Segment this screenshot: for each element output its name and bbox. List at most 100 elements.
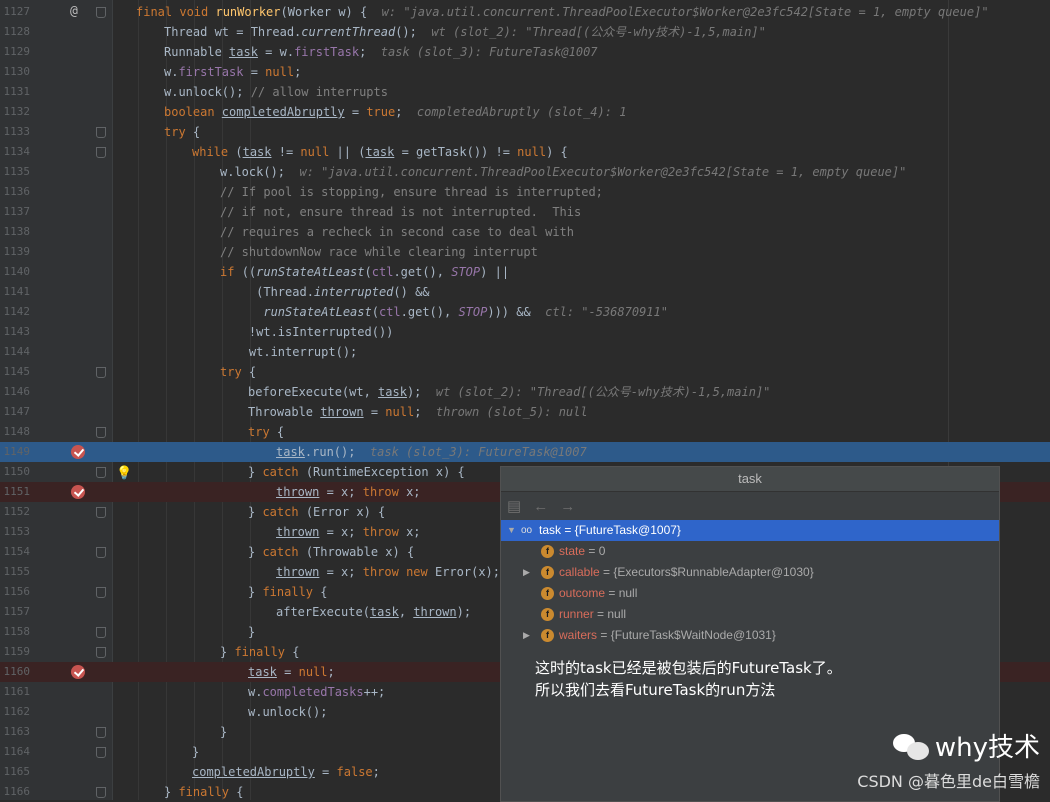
- breakpoint-icon[interactable]: [71, 485, 85, 499]
- line-number: 1162: [3, 705, 31, 718]
- tree-field-state[interactable]: f state = 0: [501, 541, 999, 562]
- code-line[interactable]: 1133 try {: [0, 122, 1050, 142]
- fold-marker-icon[interactable]: [96, 467, 106, 478]
- line-number: 1131: [3, 85, 31, 98]
- code-text: Thread wt = Thread.currentThread(); wt (…: [164, 25, 766, 39]
- field-value: = null: [593, 607, 627, 621]
- code-text: wt.interrupt();: [220, 345, 358, 359]
- code-text: // If pool is stopping, ensure thread is…: [220, 185, 603, 199]
- watermark-credit: CSDN @暮色里de白雪檐: [857, 772, 1040, 791]
- code-line[interactable]: 1146 beforeExecute(wt, task); wt (slot_2)…: [0, 382, 1050, 402]
- line-number: 1164: [3, 745, 31, 758]
- line-number: 1128: [3, 25, 31, 38]
- watermark: why技术 CSDN @暮色里de白雪檐: [857, 727, 1040, 792]
- expand-right-icon[interactable]: ▶: [523, 625, 530, 646]
- line-number: 1165: [3, 765, 31, 778]
- code-text: thrown = x; throw x;: [276, 485, 421, 499]
- code-text: }: [192, 745, 200, 759]
- tree-field-outcome[interactable]: f outcome = null: [501, 583, 999, 604]
- code-line[interactable]: 1143 !wt.isInterrupted()): [0, 322, 1050, 342]
- line-number: 1160: [3, 665, 31, 678]
- line-number: 1129: [3, 45, 31, 58]
- code-text: } finally {: [248, 585, 328, 599]
- code-line[interactable]: 1140 if ((runStateAtLeast(ctl.get(), STOP…: [0, 262, 1050, 282]
- navigate-icon[interactable]: ▤: [507, 497, 521, 515]
- code-line[interactable]: 1132 boolean completedAbruptly = true; co…: [0, 102, 1050, 122]
- tree-field-waiters[interactable]: ▶ f waiters = {FutureTask$WaitNode@1031}: [501, 625, 999, 646]
- fold-marker-icon[interactable]: [96, 647, 106, 658]
- fold-marker-icon[interactable]: [96, 427, 106, 438]
- tree-field-runner[interactable]: f runner = null: [501, 604, 999, 625]
- watermark-brand: why技术: [934, 733, 1040, 763]
- forward-arrow-icon[interactable]: →: [560, 498, 575, 515]
- line-number: 1136: [3, 185, 31, 198]
- code-text: try {: [164, 125, 201, 139]
- breakpoint-icon[interactable]: [71, 445, 85, 459]
- fold-marker-icon[interactable]: [96, 507, 106, 518]
- fold-marker-icon[interactable]: [96, 547, 106, 558]
- fold-marker-icon[interactable]: [96, 587, 106, 598]
- annotation-note: 这时的task已经是被包装后的FutureTask了。 所以我们去看Future…: [535, 657, 842, 701]
- line-number: 1140: [3, 265, 31, 278]
- fold-marker-icon[interactable]: [96, 627, 106, 638]
- field-value: = 0: [585, 544, 606, 558]
- code-line[interactable]: 1149 task.run(); task (slot_3): FutureTas…: [0, 442, 1050, 462]
- line-number: 1148: [3, 425, 31, 438]
- code-line[interactable]: 1138 // requires a recheck in second case…: [0, 222, 1050, 242]
- expand-right-icon[interactable]: ▶: [523, 562, 530, 583]
- line-number: 1143: [3, 325, 31, 338]
- code-line[interactable]: 1128 Thread wt = Thread.currentThread(); …: [0, 22, 1050, 42]
- line-number: 1146: [3, 385, 31, 398]
- fold-marker-icon[interactable]: [96, 147, 106, 158]
- line-number: 1139: [3, 245, 31, 258]
- code-line[interactable]: 1130 w.firstTask = null;: [0, 62, 1050, 82]
- code-line[interactable]: 1141 (Thread.interrupted() &&: [0, 282, 1050, 302]
- line-number: 1137: [3, 205, 31, 218]
- field-name: outcome: [559, 586, 606, 600]
- code-text: // if not, ensure thread is not interrup…: [220, 205, 582, 219]
- code-line[interactable]: 1131 w.unlock(); // allow interrupts: [0, 82, 1050, 102]
- fold-marker-icon[interactable]: [96, 7, 106, 18]
- code-line[interactable]: 1134 while (task != null || (task = getTa…: [0, 142, 1050, 162]
- fold-marker-icon[interactable]: [96, 727, 106, 738]
- code-line[interactable]: 1137 // if not, ensure thread is not inte…: [0, 202, 1050, 222]
- breakpoint-icon[interactable]: [71, 665, 85, 679]
- fold-marker-icon[interactable]: [96, 787, 106, 798]
- code-line[interactable]: 1129 Runnable task = w.firstTask; task (s…: [0, 42, 1050, 62]
- code-text: try {: [248, 425, 285, 439]
- expand-down-icon[interactable]: ▼: [507, 520, 516, 541]
- line-number: 1163: [3, 725, 31, 738]
- line-number: 1158: [3, 625, 31, 638]
- code-line[interactable]: 1147 Throwable thrown = null; thrown (slo…: [0, 402, 1050, 422]
- code-line[interactable]: 1135 w.lock(); w: "java.util.concurrent.T…: [0, 162, 1050, 182]
- code-text: // requires a recheck in second case to …: [220, 225, 575, 239]
- intention-bulb-icon[interactable]: 💡: [116, 464, 132, 484]
- tree-field-callable[interactable]: ▶ f callable = {Executors$RunnableAdapter@…: [501, 562, 999, 583]
- tree-fields: f state = 0 ▶ f callable = {Executors$Runnab…: [501, 541, 999, 646]
- watch-glasses-icon: oo: [521, 525, 533, 536]
- code-line[interactable]: 1145 try {: [0, 362, 1050, 382]
- line-number: 1152: [3, 505, 31, 518]
- field-icon: f: [541, 566, 554, 579]
- code-line[interactable]: 1144 wt.interrupt();: [0, 342, 1050, 362]
- code-line[interactable]: 1142 runStateAtLeast(ctl.get(), STOP))) …: [0, 302, 1050, 322]
- code-line[interactable]: 1139 // shutdownNow race while clearing i…: [0, 242, 1050, 262]
- code-text: runStateAtLeast(ctl.get(), STOP))) && ct…: [263, 305, 668, 319]
- field-label: waiters = {FutureTask$WaitNode@1031}: [559, 625, 776, 646]
- tree-root-task[interactable]: ▼ oo task = {FutureTask@1007}: [501, 520, 999, 541]
- line-number: 1166: [3, 785, 31, 798]
- line-number: 1132: [3, 105, 31, 118]
- back-arrow-icon[interactable]: ←: [533, 498, 548, 515]
- code-line[interactable]: 1127 @ final void runWorker(Worker w) { w:…: [0, 2, 1050, 22]
- fold-marker-icon[interactable]: [96, 367, 106, 378]
- fold-marker-icon[interactable]: [96, 747, 106, 758]
- line-number: 1157: [3, 605, 31, 618]
- code-line[interactable]: 1148 try {: [0, 422, 1050, 442]
- line-number: 1145: [3, 365, 31, 378]
- fold-marker-icon[interactable]: [96, 127, 106, 138]
- code-line[interactable]: 1136 // If pool is stopping, ensure threa…: [0, 182, 1050, 202]
- line-number: 1156: [3, 585, 31, 598]
- override-annotation-icon[interactable]: @: [70, 2, 78, 22]
- code-text: } finally {: [220, 645, 300, 659]
- code-text: } catch (Throwable x) {: [248, 545, 415, 559]
